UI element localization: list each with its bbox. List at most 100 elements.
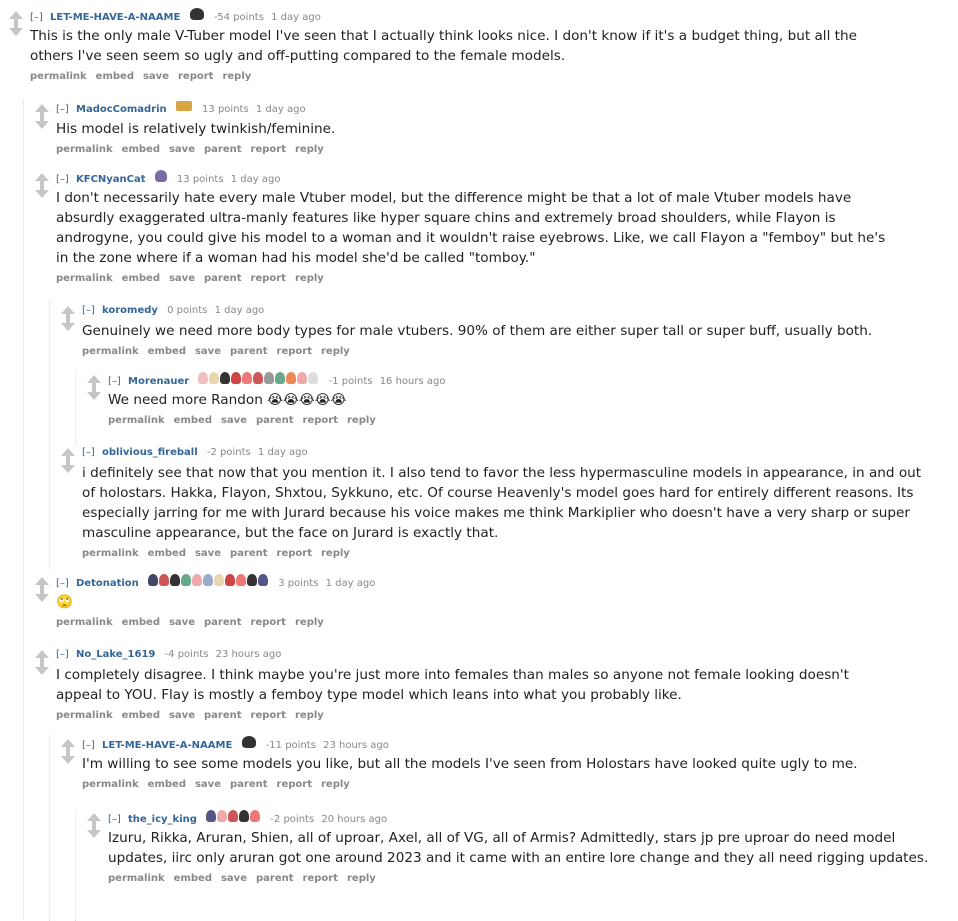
embed-button[interactable]: embed [122, 710, 160, 721]
save-button[interactable]: save [169, 710, 195, 721]
save-button[interactable]: save [221, 873, 247, 884]
comment-tagline: [–] the_icy_king -2 points 20 hours ago [108, 810, 946, 826]
reply-button[interactable]: reply [321, 779, 350, 790]
upvote-icon[interactable] [35, 650, 49, 663]
reply-button[interactable]: reply [347, 873, 376, 884]
parent-button[interactable]: parent [256, 873, 294, 884]
comment-author[interactable]: MadocComadrin [76, 104, 167, 115]
collapse-toggle[interactable]: [–] [82, 740, 95, 751]
embed-button[interactable]: embed [122, 617, 160, 628]
upvote-icon[interactable] [35, 173, 49, 186]
save-button[interactable]: save [221, 415, 247, 426]
parent-button[interactable]: parent [230, 346, 268, 357]
reply-button[interactable]: reply [222, 71, 251, 82]
save-button[interactable]: save [143, 71, 169, 82]
downvote-icon[interactable] [35, 662, 49, 675]
report-button[interactable]: report [303, 873, 338, 884]
upvote-icon[interactable] [35, 104, 49, 117]
report-button[interactable]: report [251, 710, 286, 721]
reply-button[interactable]: reply [295, 144, 324, 155]
comment-author[interactable]: LET-ME-HAVE-A-NAAME [102, 740, 232, 751]
collapse-toggle[interactable]: [–] [56, 174, 69, 185]
report-button[interactable]: report [251, 617, 286, 628]
save-button[interactable]: save [169, 273, 195, 284]
embed-button[interactable]: embed [122, 273, 160, 284]
reply-button[interactable]: reply [321, 346, 350, 357]
collapse-toggle[interactable]: [–] [30, 12, 43, 23]
embed-button[interactable]: embed [174, 873, 212, 884]
embed-button[interactable]: embed [122, 144, 160, 155]
downvote-icon[interactable] [35, 589, 49, 602]
permalink-button[interactable]: permalink [56, 144, 113, 155]
permalink-button[interactable]: permalink [82, 779, 139, 790]
upvote-icon[interactable] [87, 375, 101, 388]
permalink-button[interactable]: permalink [82, 548, 139, 559]
collapse-toggle[interactable]: [–] [56, 649, 69, 660]
comment-author[interactable]: Detonation [76, 578, 139, 589]
upvote-icon[interactable] [61, 306, 75, 319]
save-button[interactable]: save [169, 144, 195, 155]
upvote-icon[interactable] [61, 448, 75, 461]
comment-author[interactable]: koromedy [102, 305, 158, 316]
reply-button[interactable]: reply [347, 415, 376, 426]
permalink-button[interactable]: permalink [108, 873, 165, 884]
report-button[interactable]: report [251, 273, 286, 284]
downvote-icon[interactable] [87, 825, 101, 838]
collapse-toggle[interactable]: [–] [82, 447, 95, 458]
collapse-toggle[interactable]: [–] [82, 305, 95, 316]
downvote-icon[interactable] [35, 185, 49, 198]
permalink-button[interactable]: permalink [56, 273, 113, 284]
save-button[interactable]: save [195, 346, 221, 357]
comment-author[interactable]: No_Lake_1619 [76, 649, 155, 660]
permalink-button[interactable]: permalink [56, 710, 113, 721]
upvote-icon[interactable] [61, 739, 75, 752]
downvote-icon[interactable] [61, 318, 75, 331]
comment-author[interactable]: Morenauer [128, 376, 189, 387]
upvote-icon[interactable] [87, 813, 101, 826]
save-button[interactable]: save [195, 779, 221, 790]
collapse-toggle[interactable]: [–] [108, 376, 121, 387]
comment-author[interactable]: oblivious_fireball [102, 447, 198, 458]
downvote-icon[interactable] [35, 116, 49, 129]
report-button[interactable]: report [277, 346, 312, 357]
permalink-button[interactable]: permalink [56, 617, 113, 628]
permalink-button[interactable]: permalink [82, 346, 139, 357]
comment-author[interactable]: the_icy_king [128, 814, 197, 825]
report-button[interactable]: report [251, 144, 286, 155]
save-button[interactable]: save [169, 617, 195, 628]
report-button[interactable]: report [277, 548, 312, 559]
collapse-toggle[interactable]: [–] [56, 578, 69, 589]
upvote-icon[interactable] [35, 577, 49, 590]
downvote-icon[interactable] [61, 751, 75, 764]
collapse-toggle[interactable]: [–] [108, 814, 121, 825]
embed-button[interactable]: embed [148, 779, 186, 790]
downvote-icon[interactable] [61, 460, 75, 473]
reply-button[interactable]: reply [295, 710, 324, 721]
parent-button[interactable]: parent [230, 779, 268, 790]
reply-button[interactable]: reply [295, 273, 324, 284]
downvote-icon[interactable] [87, 387, 101, 400]
parent-button[interactable]: parent [204, 273, 242, 284]
report-button[interactable]: report [303, 415, 338, 426]
permalink-button[interactable]: permalink [108, 415, 165, 426]
save-button[interactable]: save [195, 548, 221, 559]
upvote-icon[interactable] [9, 11, 23, 24]
reply-button[interactable]: reply [295, 617, 324, 628]
report-button[interactable]: report [277, 779, 312, 790]
permalink-button[interactable]: permalink [30, 71, 87, 82]
comment-author[interactable]: LET-ME-HAVE-A-NAAME [50, 12, 180, 23]
embed-button[interactable]: embed [148, 548, 186, 559]
parent-button[interactable]: parent [204, 617, 242, 628]
parent-button[interactable]: parent [230, 548, 268, 559]
parent-button[interactable]: parent [256, 415, 294, 426]
reply-button[interactable]: reply [321, 548, 350, 559]
parent-button[interactable]: parent [204, 710, 242, 721]
report-button[interactable]: report [178, 71, 213, 82]
embed-button[interactable]: embed [96, 71, 134, 82]
comment-author[interactable]: KFCNyanCat [76, 174, 146, 185]
collapse-toggle[interactable]: [–] [56, 104, 69, 115]
downvote-icon[interactable] [9, 23, 23, 36]
embed-button[interactable]: embed [148, 346, 186, 357]
embed-button[interactable]: embed [174, 415, 212, 426]
parent-button[interactable]: parent [204, 144, 242, 155]
